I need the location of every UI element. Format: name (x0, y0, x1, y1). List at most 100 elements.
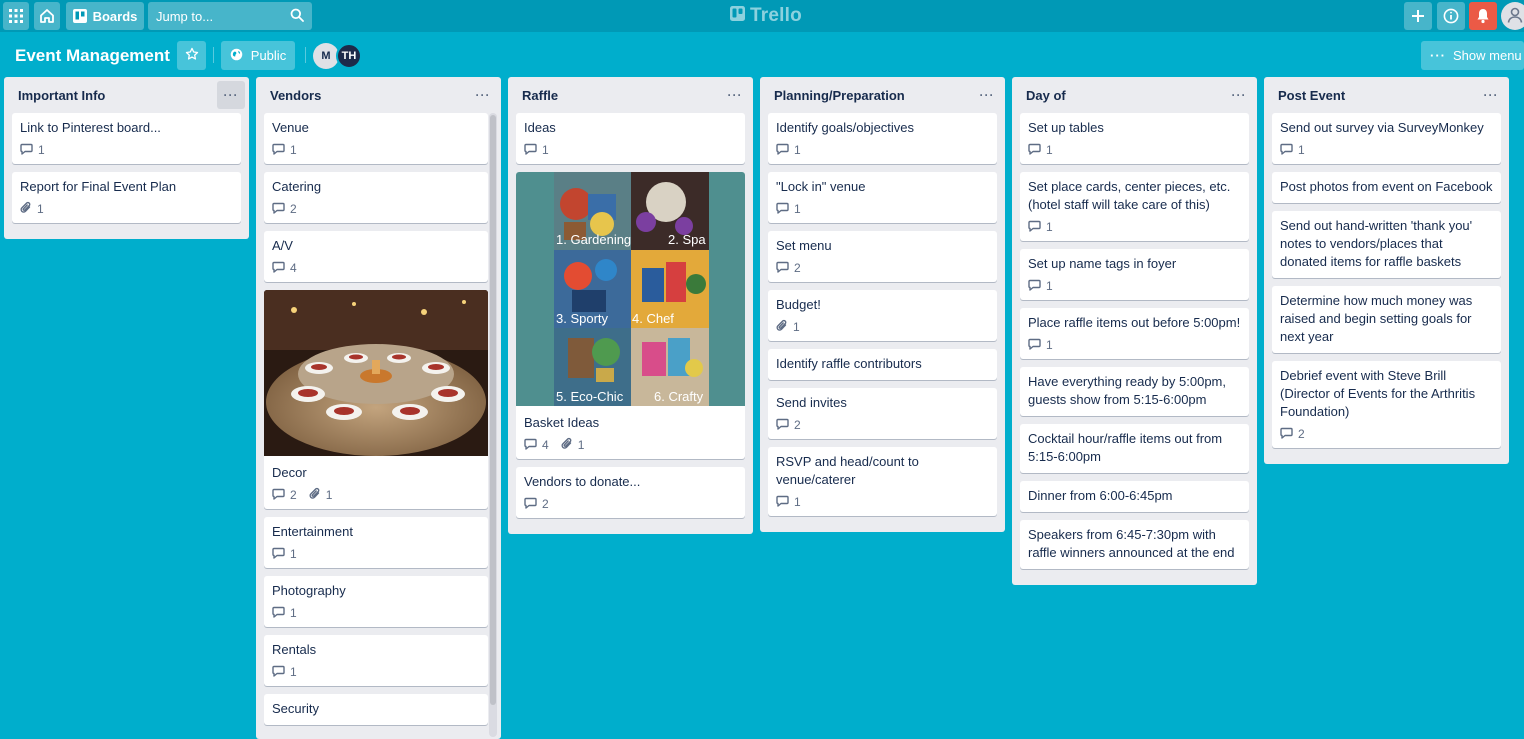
comment-icon (272, 143, 290, 158)
card[interactable]: Decor 2 1 (264, 290, 488, 509)
card[interactable]: Send invites 2 (768, 388, 997, 439)
card[interactable]: Venue 1 (264, 113, 488, 164)
list-title[interactable]: Raffle (522, 88, 558, 103)
card[interactable]: Report for Final Event Plan 1 (12, 172, 241, 223)
card[interactable]: A/V 4 (264, 231, 488, 282)
card[interactable]: Have everything ready by 5:00pm, guests … (1020, 367, 1249, 416)
card[interactable]: Post photos from event on Facebook (1272, 172, 1501, 203)
create-button[interactable] (1404, 2, 1432, 30)
search-input[interactable] (156, 8, 290, 24)
card[interactable]: Ideas 1 (516, 113, 745, 164)
visibility-button[interactable]: Public (221, 41, 295, 70)
card[interactable]: Catering 2 (264, 172, 488, 223)
boards-button[interactable]: Boards (66, 2, 144, 30)
card[interactable]: Set menu 2 (768, 231, 997, 282)
list-title[interactable]: Planning/Preparation (774, 88, 905, 103)
card-title: Venue (272, 120, 309, 135)
comments-badge: 1 (272, 606, 297, 621)
header-divider (305, 47, 306, 63)
card-title: Catering (272, 179, 322, 194)
list-header: Raffle ··· (516, 77, 745, 113)
list-menu-button[interactable]: ··· (721, 81, 749, 109)
list-menu-button[interactable]: ··· (1477, 81, 1505, 109)
card-cover-image: 1. Gardening 2. Spa 3. Sporty 4. Chef 5.… (516, 172, 745, 406)
card-title: Speakers from 6:45-7:30pm with raffle wi… (1028, 527, 1235, 560)
card[interactable]: Security (264, 694, 488, 725)
card-badges: 1 (272, 662, 480, 682)
card[interactable]: Set place cards, center pieces, etc. (ho… (1020, 172, 1249, 241)
card[interactable]: Link to Pinterest board... 1 (12, 113, 241, 164)
card-title: Cocktail hour/raffle items out from 5:15… (1028, 431, 1223, 464)
card-badges: 1 (776, 317, 989, 337)
show-menu-button[interactable]: ··· Show menu (1421, 41, 1524, 70)
globe-icon (230, 48, 243, 64)
info-button[interactable] (1437, 2, 1465, 30)
star-icon (185, 47, 199, 64)
list-title[interactable]: Post Event (1278, 88, 1345, 103)
card[interactable]: Entertainment 1 (264, 517, 488, 568)
card[interactable]: Set up tables 1 (1020, 113, 1249, 164)
search-box[interactable] (148, 2, 312, 30)
list-menu-button[interactable]: ··· (469, 81, 497, 109)
card[interactable]: Identify goals/objectives 1 (768, 113, 997, 164)
list-title[interactable]: Important Info (18, 88, 105, 103)
list-header: Day of ··· (1020, 77, 1249, 113)
card-title: Dinner from 6:00-6:45pm (1028, 488, 1173, 503)
comment-icon (776, 261, 794, 276)
trello-logo[interactable]: Trello (730, 5, 802, 27)
card[interactable]: Budget! 1 (768, 290, 997, 341)
card[interactable]: Rentals 1 (264, 635, 488, 686)
header-divider (213, 47, 214, 63)
card[interactable]: Send out hand-written 'thank you' notes … (1272, 211, 1501, 278)
card-badges: 1 (272, 603, 480, 623)
card[interactable]: Cocktail hour/raffle items out from 5:15… (1020, 424, 1249, 473)
comment-icon (1028, 220, 1046, 235)
card-title: Ideas (524, 120, 556, 135)
list-menu-button[interactable]: ··· (973, 81, 1001, 109)
card[interactable]: Debrief event with Steve Brill (Director… (1272, 361, 1501, 448)
list-title[interactable]: Day of (1026, 88, 1066, 103)
comments-badge: 2 (272, 488, 297, 503)
comment-icon (1280, 143, 1298, 158)
user-avatar[interactable] (1501, 2, 1524, 30)
card-title: Decor (272, 465, 307, 480)
apps-button[interactable] (3, 2, 29, 30)
trello-logo-icon (730, 5, 745, 27)
card[interactable]: Dinner from 6:00-6:45pm (1020, 481, 1249, 512)
list-important-info: Important Info ··· Link to Pinterest boa… (4, 77, 249, 239)
vendors-scrollbar-thumb[interactable] (490, 115, 496, 705)
list-title[interactable]: Vendors (270, 88, 321, 103)
comments-badge: 1 (272, 143, 297, 158)
card[interactable]: Identify raffle contributors (768, 349, 997, 380)
card-title: "Lock in" venue (776, 179, 866, 194)
more-icon: ··· (1231, 88, 1247, 102)
card[interactable]: Send out survey via SurveyMonkey 1 (1272, 113, 1501, 164)
member-avatar[interactable]: TH (336, 43, 362, 69)
notifications-button[interactable] (1469, 2, 1497, 30)
comment-icon (272, 202, 290, 217)
paperclip-icon (776, 319, 793, 335)
home-button[interactable] (34, 2, 60, 30)
boards-icon (72, 9, 87, 23)
card[interactable]: "Lock in" venue 1 (768, 172, 997, 223)
card[interactable]: Vendors to donate... 2 (516, 467, 745, 518)
card[interactable]: Speakers from 6:45-7:30pm with raffle wi… (1020, 520, 1249, 569)
star-board-button[interactable] (177, 41, 206, 70)
attachments-badge: 1 (561, 437, 584, 453)
card[interactable]: 1. Gardening 2. Spa 3. Sporty 4. Chef 5.… (516, 172, 745, 459)
card[interactable]: Determine how much money was raised and … (1272, 286, 1501, 353)
search-icon[interactable] (290, 8, 304, 25)
card-title: Rentals (272, 642, 317, 657)
list-menu-button[interactable]: ··· (217, 81, 245, 109)
card[interactable]: Place raffle items out before 5:00pm! 1 (1020, 308, 1249, 359)
card-badges: 1 (776, 199, 989, 219)
card-badges: 1 (272, 544, 480, 564)
card[interactable]: Photography 1 (264, 576, 488, 627)
card[interactable]: RSVP and head/count to venue/caterer 1 (768, 447, 997, 516)
plus-icon (1411, 9, 1425, 23)
board-title[interactable]: Event Management (15, 45, 170, 67)
comment-icon (20, 143, 38, 158)
top-header: Boards Trello (0, 0, 1524, 32)
list-menu-button[interactable]: ··· (1225, 81, 1253, 109)
card[interactable]: Set up name tags in foyer 1 (1020, 249, 1249, 300)
